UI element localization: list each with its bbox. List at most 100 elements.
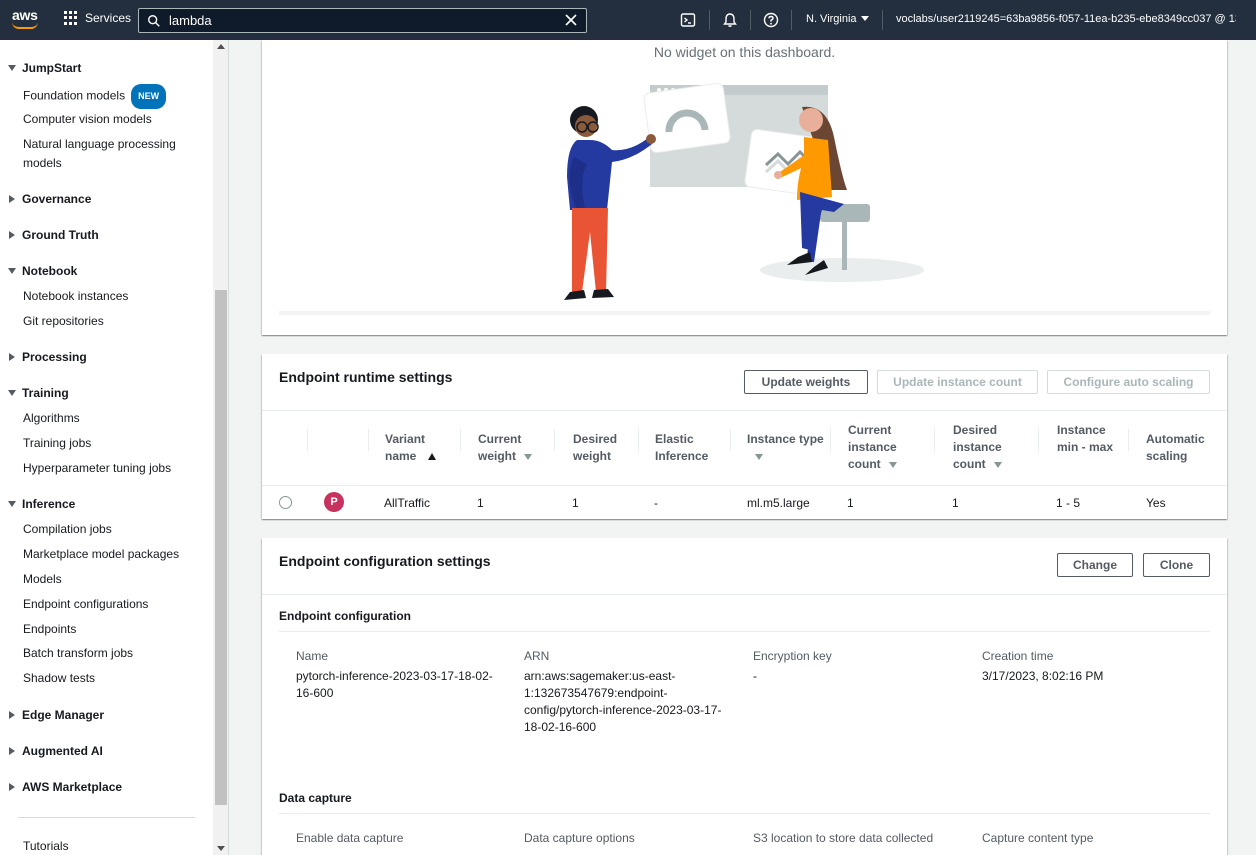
column-divider	[1038, 429, 1039, 451]
update-weights-button[interactable]: Update weights	[744, 370, 868, 394]
new-badge: NEW	[131, 84, 167, 109]
sidebar-item-notebook-instances[interactable]: Notebook instances	[23, 287, 203, 306]
section-label: Notebook	[22, 264, 78, 278]
sidebar-item-tutorials[interactable]: Tutorials	[23, 837, 203, 855]
column-header-current-weight[interactable]: Current weight	[478, 431, 558, 465]
sidebar-item-computer-vision-models[interactable]: Computer vision models	[23, 110, 203, 129]
clone-button[interactable]: Clone	[1143, 553, 1210, 577]
sidebar-section-augmented-ai[interactable]: Augmented AI	[8, 744, 103, 758]
column-divider	[1128, 429, 1129, 451]
caret-right-icon	[9, 783, 15, 791]
caret-down-icon	[8, 65, 16, 71]
sidebar-section-notebook[interactable]: Notebook	[8, 264, 77, 278]
endpoint-runtime-settings-panel: Endpoint runtime settings Update weights…	[262, 354, 1227, 519]
caret-right-icon	[9, 353, 15, 361]
sort-icon	[755, 453, 763, 460]
capture-content-type-label: Capture content type	[982, 831, 1094, 845]
column-header-instance-min-max: Instance min - max	[1057, 423, 1114, 454]
sidebar-item-marketplace-model-packages[interactable]: Marketplace model packages	[23, 545, 203, 564]
enable-data-capture-label: Enable data capture	[296, 831, 404, 845]
caret-right-icon	[9, 747, 15, 755]
cell-instance-type: ml.m5.large	[747, 496, 810, 510]
sidebar-item-batch-transform-jobs[interactable]: Batch transform jobs	[23, 644, 203, 663]
grid-icon	[64, 11, 78, 25]
cell-instance-min-max: 1 - 5	[1056, 496, 1081, 510]
column-header-current-instance-count[interactable]: Current instance count	[848, 422, 928, 473]
sort-icon	[993, 461, 1002, 468]
sidebar-section-processing[interactable]: Processing	[8, 350, 87, 364]
arn-value: arn:aws:sagemaker:us-east-1:132673547679…	[524, 669, 722, 734]
sidebar-item-endpoint-configurations[interactable]: Endpoint configurations	[23, 595, 203, 614]
sidebar-item-git-repositories[interactable]: Git repositories	[23, 312, 203, 331]
column-divider	[730, 429, 731, 451]
account-menu[interactable]: voclabs/user2119245=63ba9856-f057-11ea-b…	[896, 13, 1236, 25]
sidebar-item-models[interactable]: Models	[23, 570, 203, 589]
sidebar-section-governance[interactable]: Governance	[8, 192, 91, 206]
column-header-variant-name[interactable]: Variant name	[385, 431, 455, 465]
sidebar-item-nlp-models[interactable]: Natural language processing models	[23, 135, 188, 173]
column-header-desired-weight: Desired weight	[573, 432, 618, 463]
encryption-key-label: Encryption key	[753, 649, 832, 663]
column-divider	[460, 429, 461, 451]
column-header-instance-type[interactable]: Instance type	[747, 431, 827, 465]
search-icon	[148, 14, 160, 27]
change-button[interactable]: Change	[1057, 553, 1133, 577]
sidebar-item-foundation-models[interactable]: Foundation models NEW	[23, 84, 203, 109]
help-icon[interactable]	[763, 12, 779, 28]
caret-right-icon	[9, 231, 15, 239]
sidebar-item-shadow-tests[interactable]: Shadow tests	[23, 669, 203, 688]
configure-auto-scaling-button[interactable]: Configure auto scaling	[1047, 370, 1210, 394]
data-capture-subtitle: Data capture	[279, 791, 352, 805]
scroll-down-icon[interactable]	[217, 846, 225, 851]
cell-desired-instance-count: 1	[952, 496, 959, 510]
close-icon[interactable]	[564, 13, 578, 27]
sidebar-item-algorithms[interactable]: Algorithms	[23, 409, 203, 428]
cloudshell-icon[interactable]	[680, 12, 696, 28]
empty-dashboard-message: No widget on this dashboard.	[653, 44, 836, 60]
data-capture-options-label: Data capture options	[524, 831, 635, 845]
sidebar-item-hyperparameter-tuning-jobs[interactable]: Hyperparameter tuning jobs	[23, 459, 203, 478]
caret-down-icon	[8, 501, 16, 507]
divider	[262, 485, 1227, 486]
sidebar-section-aws-marketplace[interactable]: AWS Marketplace	[8, 780, 122, 794]
topbar-divider	[882, 10, 883, 30]
column-divider	[638, 429, 639, 451]
sidebar-item-label: Foundation models	[23, 88, 126, 103]
scrollbar-thumb[interactable]	[215, 290, 227, 805]
column-header-desired-instance-count[interactable]: Desired instance count	[953, 422, 1033, 473]
sidebar-item-training-jobs[interactable]: Training jobs	[23, 434, 203, 453]
creation-time-value: 3/17/2023, 8:02:16 PM	[982, 669, 1104, 683]
row-select-radio[interactable]	[279, 496, 292, 509]
caret-down-icon	[8, 390, 16, 396]
endpoint-configuration-settings-panel: Endpoint configuration settings Change C…	[262, 538, 1227, 855]
column-divider	[554, 429, 555, 451]
update-instance-count-button[interactable]: Update instance count	[877, 370, 1038, 394]
sort-icon	[888, 461, 897, 468]
section-label: Augmented AI	[22, 744, 103, 758]
empty-dashboard-illustration	[564, 83, 924, 300]
sidebar-section-jumpstart[interactable]: JumpStart	[8, 61, 81, 75]
sidebar-section-inference[interactable]: Inference	[8, 497, 75, 511]
sidebar-item-compilation-jobs[interactable]: Compilation jobs	[23, 520, 203, 539]
bell-icon[interactable]	[722, 12, 738, 28]
scroll-up-icon[interactable]	[217, 44, 225, 49]
avatar: P	[324, 492, 344, 512]
sort-icon	[524, 453, 532, 460]
aws-logo[interactable]: aws	[12, 7, 42, 33]
aws-logo-text: aws	[12, 7, 38, 23]
search-input[interactable]	[169, 13, 549, 28]
sidebar-item-endpoints[interactable]: Endpoints	[23, 620, 203, 639]
divider	[279, 813, 1210, 814]
services-menu-button[interactable]: Services	[64, 11, 131, 25]
sidebar-section-edge-manager[interactable]: Edge Manager	[8, 708, 104, 722]
search-box[interactable]	[138, 8, 587, 33]
cell-desired-weight: 1	[572, 496, 579, 510]
region-selector[interactable]: N. Virginia	[806, 13, 869, 25]
cell-current-weight: 1	[477, 496, 484, 510]
sidebar-scrollbar[interactable]	[213, 40, 228, 855]
region-label: N. Virginia	[806, 13, 857, 25]
column-divider	[307, 429, 308, 451]
sidebar-section-training[interactable]: Training	[8, 386, 69, 400]
sidebar-section-ground-truth[interactable]: Ground Truth	[8, 228, 99, 242]
column-header-automatic-scaling: Automatic scaling	[1146, 432, 1205, 463]
